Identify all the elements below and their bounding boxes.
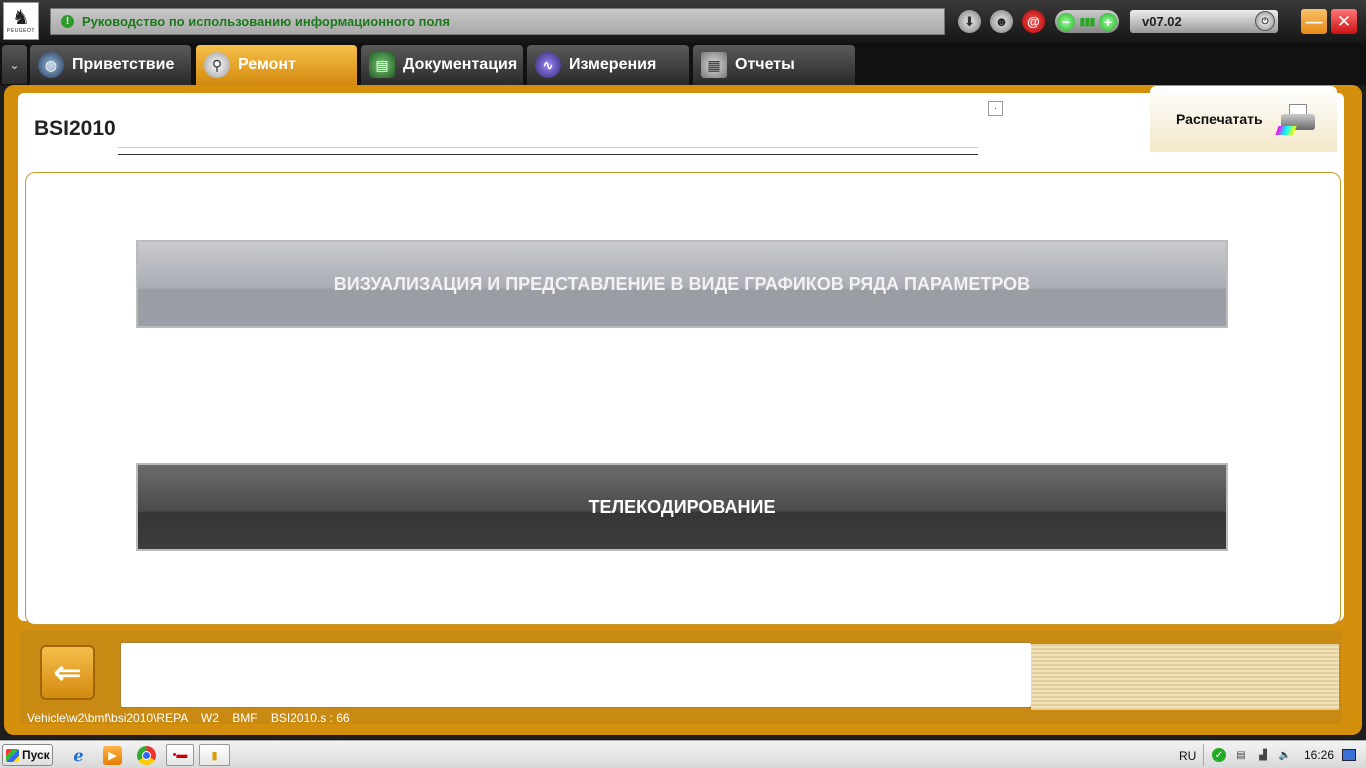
language-indicator[interactable]: RU bbox=[1179, 749, 1196, 763]
os-taskbar: Пуск ℯ ▶ •▬ ▮ RU ✓ ▤ ▟ 🔈 16:26 bbox=[0, 740, 1366, 768]
tab-reports[interactable]: ▦ Отчеты bbox=[693, 45, 855, 85]
page-title: BSI2010 bbox=[34, 117, 116, 140]
striped-area bbox=[1031, 644, 1339, 710]
info-icon: ! bbox=[61, 15, 74, 28]
diagnostic-app: ♞ PEUGEOT ! Руководство по использованию… bbox=[0, 0, 1366, 740]
chrome-icon[interactable] bbox=[137, 746, 156, 765]
session-path: Vehicle\w2\bmf\bsi2010\REPA W2 BMF BSI20… bbox=[27, 711, 350, 725]
tab-repair[interactable]: ⚲ Ремонт bbox=[196, 45, 357, 85]
waveform-icon: ∿ bbox=[535, 52, 561, 78]
magnifier-icon: ⚲ bbox=[204, 52, 230, 78]
tab-measurements[interactable]: ∿ Измерения bbox=[527, 45, 689, 85]
version-label: v07.02 bbox=[1142, 14, 1182, 29]
internet-explorer-icon[interactable]: ℯ bbox=[69, 746, 88, 765]
download-icon[interactable]: ⬇ bbox=[958, 10, 981, 33]
globe-icon: ◍ bbox=[38, 52, 64, 78]
tab-menu-chevron-icon[interactable]: ⌄ bbox=[2, 45, 27, 84]
tab-label: Документация bbox=[403, 56, 518, 73]
message-box bbox=[120, 642, 1032, 708]
close-button[interactable]: ✕ bbox=[1331, 9, 1357, 34]
tab-label: Измерения bbox=[569, 56, 657, 73]
start-button[interactable]: Пуск bbox=[2, 744, 53, 766]
power-knob-icon: ⏻ bbox=[1255, 11, 1275, 31]
clipboard-icon[interactable]: ▤ bbox=[1234, 748, 1248, 762]
content-panel: BSI2010 · Распечатать ВИЗУАЛИЗАЦИЯ И ПРЕ… bbox=[18, 86, 1344, 625]
print-label: Распечатать bbox=[1176, 111, 1263, 127]
print-button[interactable]: Распечатать bbox=[1150, 86, 1337, 152]
clock[interactable]: 16:26 bbox=[1304, 748, 1334, 762]
tab-label: Отчеты bbox=[735, 56, 795, 73]
book-icon: ▤ bbox=[369, 52, 395, 78]
minimize-button[interactable]: — bbox=[1301, 9, 1327, 34]
version-display[interactable]: v07.02 ⏻ bbox=[1130, 10, 1278, 33]
title-divider bbox=[118, 147, 978, 155]
zoom-level-icon: ▮▮▮ bbox=[1079, 16, 1095, 28]
logo-text: PEUGEOT bbox=[7, 28, 35, 34]
peugeot-logo: ♞ PEUGEOT bbox=[3, 2, 39, 40]
windows-flag-icon bbox=[6, 748, 19, 762]
printer-icon bbox=[1275, 102, 1317, 136]
main-frame: BSI2010 · Распечатать ВИЗУАЛИЗАЦИЯ И ПРЕ… bbox=[4, 85, 1362, 735]
zoom-control: − ▮▮▮ + bbox=[1055, 10, 1119, 33]
system-tray: ✓ ▤ ▟ 🔈 16:26 bbox=[1203, 744, 1366, 766]
zoom-out-button[interactable]: − bbox=[1057, 12, 1075, 31]
bottom-bar: ⇐ Vehicle\w2\bmf\bsi2010\REPA W2 BMF BSI… bbox=[20, 630, 1342, 725]
lion-icon: ♞ bbox=[12, 7, 30, 29]
tab-bar: ⌄ ◍ Приветствие ⚲ Ремонт ▤ Документация … bbox=[0, 43, 1366, 85]
network-icon[interactable]: ▟ bbox=[1256, 748, 1270, 762]
taskbar-app-diagbox[interactable]: •▬ bbox=[166, 744, 194, 766]
email-icon[interactable]: @ bbox=[1022, 10, 1045, 33]
zoom-in-button[interactable]: + bbox=[1098, 12, 1117, 31]
back-button[interactable]: ⇐ bbox=[40, 645, 95, 700]
tab-label: Приветствие bbox=[72, 56, 175, 73]
start-label: Пуск bbox=[22, 748, 50, 762]
tab-documentation[interactable]: ▤ Документация bbox=[361, 45, 523, 85]
telecoding-button[interactable]: ТЕЛЕКОДИРОВАНИЕ bbox=[136, 463, 1228, 551]
media-player-icon[interactable]: ▶ bbox=[103, 746, 122, 765]
tab-welcome[interactable]: ◍ Приветствие bbox=[30, 45, 191, 85]
info-bar[interactable]: ! Руководство по использованию информаци… bbox=[50, 8, 945, 35]
actions-area: ВИЗУАЛИЗАЦИЯ И ПРЕДСТАВЛЕНИЕ В ВИДЕ ГРАФ… bbox=[25, 172, 1341, 625]
tab-label: Ремонт bbox=[238, 56, 296, 73]
visualize-parameters-button[interactable]: ВИЗУАЛИЗАЦИЯ И ПРЕДСТАВЛЕНИЕ В ВИДЕ ГРАФ… bbox=[136, 240, 1228, 328]
info-text: Руководство по использованию информацион… bbox=[82, 14, 450, 29]
small-toggle-box[interactable]: · bbox=[988, 101, 1003, 116]
title-bar: ♞ PEUGEOT ! Руководство по использованию… bbox=[0, 0, 1366, 43]
volume-icon[interactable]: 🔈 bbox=[1278, 748, 1292, 762]
user-icon[interactable]: ☻ bbox=[990, 10, 1013, 33]
security-ok-icon[interactable]: ✓ bbox=[1212, 748, 1226, 762]
show-desktop-icon[interactable] bbox=[1342, 749, 1357, 761]
taskbar-app-folder[interactable]: ▮ bbox=[199, 744, 230, 766]
report-icon: ▦ bbox=[701, 52, 727, 78]
back-arrow-icon: ⇐ bbox=[53, 653, 82, 692]
